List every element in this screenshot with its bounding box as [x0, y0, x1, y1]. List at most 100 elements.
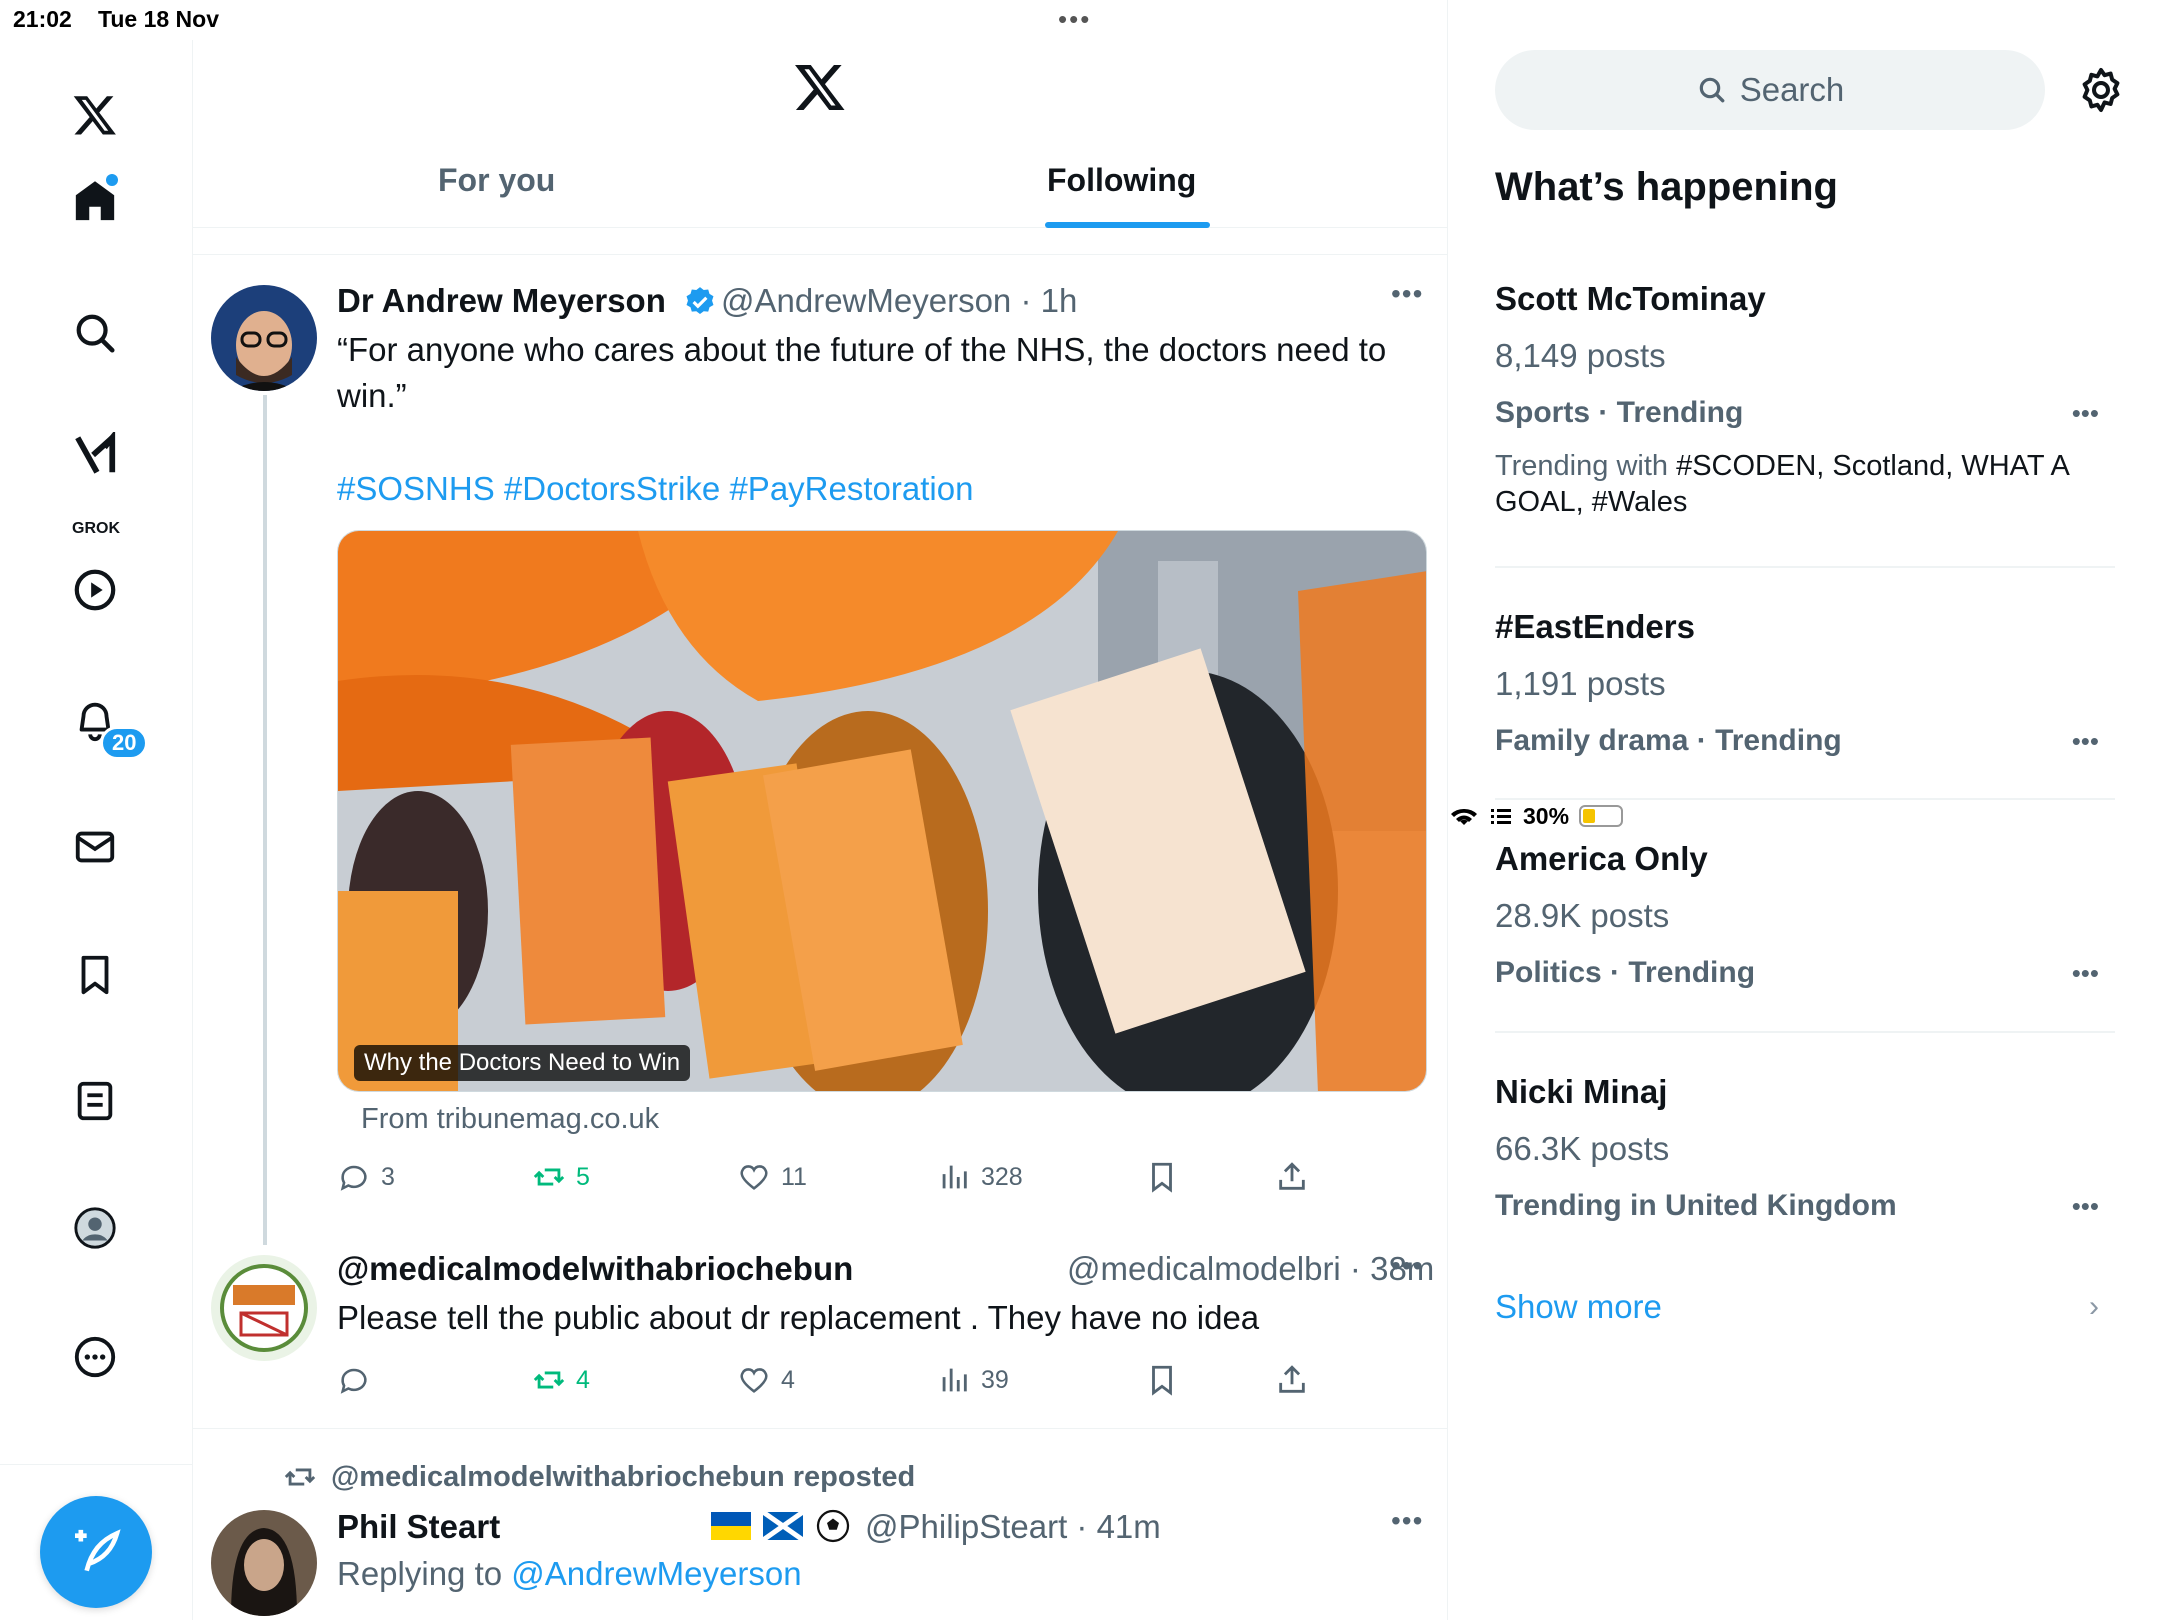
- share-icon: [1279, 1162, 1305, 1190]
- avatar-medicalmodel[interactable]: [211, 1255, 317, 1361]
- ukraine-flag-icon: [711, 1512, 751, 1540]
- home-unread-dot: [106, 174, 118, 186]
- replying-to: Replying to @AndrewMeyerson: [337, 1555, 802, 1593]
- reply-button[interactable]: 3: [337, 1160, 395, 1194]
- trend-posts: 66.3K posts: [1495, 1130, 1670, 1167]
- trend-item[interactable]: America Only 28.9K posts Politics · Tren…: [1495, 840, 2115, 990]
- repost-button[interactable]: 4: [532, 1363, 590, 1397]
- verified-badge-icon: [686, 287, 714, 315]
- trend-item[interactable]: Nicki Minaj 66.3K posts Trending in Unit…: [1495, 1073, 2115, 1223]
- trend-context: Family drama · Trending: [1495, 724, 1842, 757]
- tweet-text: “For anyone who cares about the future o…: [337, 331, 1387, 414]
- repost-count: 5: [576, 1162, 590, 1191]
- tweet-hashtags[interactable]: #SOSNHS #DoctorsStrike #PayRestoration: [337, 470, 973, 508]
- trend-with-prefix: Trending with: [1495, 450, 1669, 482]
- bookmark-icon: [1152, 1365, 1172, 1396]
- tweet-author-name[interactable]: Dr Andrew Meyerson: [337, 282, 666, 320]
- search-icon[interactable]: [70, 308, 120, 358]
- thread-line: [263, 395, 267, 1245]
- trend-with: Trending with #SCODEN, Scotland, WHAT A …: [1495, 448, 2115, 520]
- tweet-author-name[interactable]: @medicalmodelwithabriochebun: [337, 1250, 853, 1288]
- like-count: 4: [781, 1365, 795, 1394]
- trend-more-button[interactable]: •••: [2072, 958, 2099, 989]
- trend-divider: [1495, 798, 2115, 800]
- trend-context: Sports · Trending: [1495, 396, 1744, 429]
- avatar-phil-steart[interactable]: [211, 1510, 317, 1616]
- bookmarks-icon[interactable]: [70, 950, 120, 1000]
- trend-more-button[interactable]: •••: [2072, 1191, 2099, 1222]
- reply-icon: [340, 1165, 367, 1191]
- views-button[interactable]: 328: [937, 1160, 1023, 1194]
- bookmark-button[interactable]: [1145, 1363, 1179, 1397]
- repost-button[interactable]: 5: [532, 1160, 590, 1194]
- link-source[interactable]: From tribunemag.co.uk: [361, 1103, 659, 1136]
- trend-item[interactable]: Scott McTominay 8,149 posts Sports · Tre…: [1495, 280, 2115, 530]
- status-time: 21:02: [13, 6, 72, 32]
- tweet-handle-time[interactable]: @PhilipSteart · 41m: [865, 1508, 1161, 1546]
- heart-icon: [740, 1165, 768, 1190]
- tweet-handle-time[interactable]: @medicalmodelbri · 38m: [1067, 1250, 1434, 1288]
- views-chart-icon: [942, 1368, 967, 1392]
- trend-name: Scott McTominay: [1495, 280, 1766, 317]
- search-placeholder: Search: [1739, 71, 1845, 108]
- grok-icon[interactable]: [70, 430, 120, 480]
- messages-icon[interactable]: [70, 822, 120, 872]
- trend-name: Nicki Minaj: [1495, 1073, 1668, 1110]
- repost-indicator[interactable]: @medicalmodelwithabriochebun reposted: [283, 1460, 915, 1494]
- search-icon: [1699, 77, 1725, 103]
- share-button[interactable]: [1275, 1160, 1309, 1194]
- trend-context: Trending in United Kingdom: [1495, 1189, 1897, 1222]
- tweet-link-card-image[interactable]: Why the Doctors Need to Win: [337, 530, 1427, 1092]
- tweet-actions: 3 5 11 328: [337, 1160, 1337, 1200]
- compose-button[interactable]: [40, 1496, 152, 1608]
- replying-to-handle[interactable]: @AndrewMeyerson: [511, 1555, 801, 1592]
- lists-icon[interactable]: [70, 1076, 120, 1126]
- views-button[interactable]: 39: [937, 1363, 1009, 1397]
- repost-label: @medicalmodelwithabriochebun reposted: [331, 1460, 916, 1493]
- right-sidebar: Search What’s happening Scott McTominay …: [1449, 0, 2160, 1620]
- profile-icon[interactable]: [70, 1203, 120, 1253]
- trend-more-button[interactable]: •••: [2072, 398, 2099, 429]
- x-logo-header: [795, 64, 845, 110]
- trend-divider: [1495, 566, 2115, 568]
- tweet-more-button[interactable]: •••: [1391, 1505, 1423, 1537]
- tab-for-you[interactable]: For you: [438, 162, 555, 199]
- trend-posts: 8,149 posts: [1495, 337, 1666, 374]
- gear-icon[interactable]: [2077, 66, 2125, 114]
- reply-count: 3: [381, 1162, 395, 1191]
- x-logo[interactable]: [70, 90, 120, 140]
- trend-item[interactable]: #EastEnders 1,191 posts Family drama · T…: [1495, 608, 2115, 758]
- notifications-badge: 20: [100, 726, 149, 760]
- trend-more-button[interactable]: •••: [2072, 726, 2099, 757]
- whats-happening-heading: What’s happening: [1495, 165, 1838, 209]
- reply-button[interactable]: [337, 1363, 371, 1397]
- more-icon[interactable]: [70, 1332, 120, 1382]
- video-icon[interactable]: [70, 565, 120, 615]
- search-input[interactable]: Search: [1495, 50, 2045, 130]
- trend-posts: 28.9K posts: [1495, 897, 1670, 934]
- views-count: 328: [981, 1162, 1023, 1191]
- like-button[interactable]: 4: [737, 1363, 795, 1397]
- trend-name: #EastEnders: [1495, 608, 1695, 645]
- avatar-andrew-meyerson[interactable]: [211, 285, 317, 391]
- trend-name: America Only: [1495, 840, 1708, 877]
- repost-icon: [533, 1371, 565, 1389]
- like-button[interactable]: 11: [737, 1160, 807, 1194]
- share-button[interactable]: [1275, 1363, 1309, 1397]
- compose-feather-icon: [75, 1529, 121, 1572]
- grok-label: GROK: [72, 520, 120, 537]
- nav-divider: [0, 1464, 192, 1465]
- repost-icon: [284, 1468, 316, 1486]
- tweet-author-name[interactable]: Phil Steart: [337, 1508, 500, 1546]
- tweet-more-button[interactable]: •••: [1391, 1250, 1423, 1282]
- show-more-link[interactable]: Show more: [1495, 1288, 1662, 1326]
- like-count: 11: [781, 1162, 807, 1191]
- reply-icon: [340, 1368, 367, 1394]
- left-nav: GROK 20: [0, 40, 193, 1620]
- tab-following[interactable]: Following: [1047, 162, 1196, 199]
- header-gap: [193, 229, 1448, 255]
- bookmark-button[interactable]: [1145, 1160, 1179, 1194]
- tweet-text: Please tell the public about dr replacem…: [337, 1299, 1260, 1336]
- tweet-handle-time[interactable]: @AndrewMeyerson · 1h: [721, 282, 1077, 320]
- tweet-more-button[interactable]: •••: [1391, 278, 1423, 310]
